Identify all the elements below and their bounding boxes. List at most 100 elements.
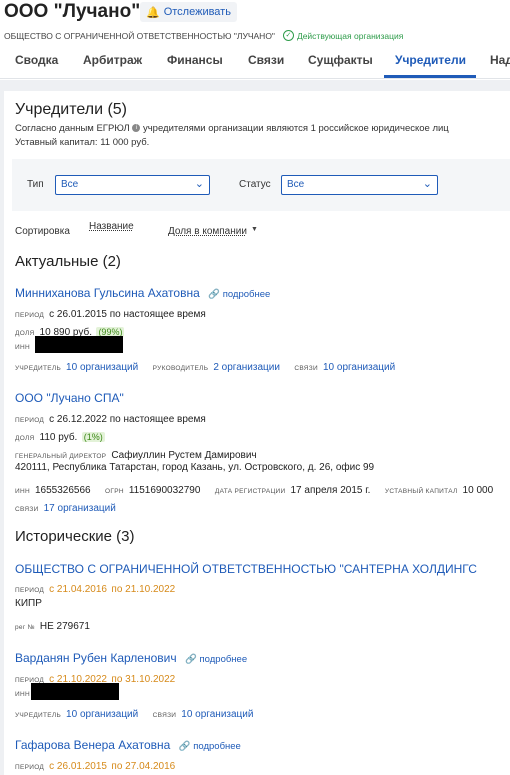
company-subline: ОБЩЕСТВО С ОГРАНИЧЕННОЙ ОТВЕТСТВЕННОСТЬЮ…	[4, 30, 403, 41]
status-filter-select[interactable]: Все ⌄	[281, 175, 438, 195]
details-link[interactable]: 🔗 подробнее	[185, 654, 247, 665]
founder-name-link[interactable]: Минниханова Гульсина Ахатовна	[15, 286, 200, 300]
authorized-capital: Уставный капитал: 11 000 руб.	[15, 137, 150, 148]
links-label: связи	[152, 712, 177, 719]
track-button-label: Отслеживать	[163, 6, 231, 18]
head-count-link[interactable]: 2 организации	[213, 362, 280, 373]
founder-stats-row: учредитель 10 организаций связи 10 организ…	[15, 704, 253, 722]
actual-heading: Актуальные (2)	[15, 253, 121, 270]
status-filter-value: Все	[287, 179, 305, 190]
founder-period: с 26.12.2022 по настоящее время	[49, 414, 206, 425]
chevron-down-icon: ⌄	[194, 178, 204, 190]
sort-by-share[interactable]: Доля в компании ▼	[168, 221, 258, 239]
founder-label: учредитель	[15, 712, 62, 719]
chevron-down-icon: ⌄	[422, 178, 432, 190]
capital-label: уставный капитал	[384, 488, 458, 495]
details-label: подробнее	[222, 289, 271, 300]
company-inn: 1655326566	[34, 485, 91, 496]
inn-label: инн	[15, 488, 30, 495]
status-filter-label: Статус	[239, 179, 271, 190]
company-capital: 10 000	[462, 485, 494, 496]
sort-bar: Сортировка	[15, 221, 70, 239]
period-label: период	[15, 764, 45, 771]
founder-period-row: период с 26.12.2022 по настоящее время	[15, 409, 206, 427]
tab-summary[interactable]: Сводка	[15, 53, 58, 67]
founder-item: ООО "Лучано СПА"	[15, 389, 124, 407]
sort-by-name[interactable]: Название	[89, 221, 134, 232]
status-badge: ✓ Действующая организация	[282, 30, 404, 41]
filter-bar: Тип Все ⌄ Статус Все ⌄	[12, 159, 510, 211]
details-label: подробнее	[193, 741, 241, 752]
founder-name-link[interactable]: ООО "Лучано СПА"	[15, 391, 124, 405]
founder-inn-row: инн	[15, 683, 119, 701]
director-label: генеральный директор	[15, 453, 107, 460]
status-label: Действующая организация	[296, 30, 404, 41]
founder-item: Варданян Рубен Карленович 🔗 подробнее	[15, 649, 247, 667]
tab-founders[interactable]: Учредители	[395, 53, 466, 67]
reg-no-row: рег № НЕ 279671	[15, 616, 90, 634]
company-reqs-row: инн 1655326566 огрн 1151690032790 дата рег…	[15, 480, 493, 498]
links-count-link[interactable]: 17 организаций	[44, 503, 116, 514]
inn-label: инн	[15, 344, 30, 351]
founder-name-link[interactable]: ОБЩЕСТВО С ОГРАНИЧЕННОЙ ОТВЕТСТВЕННОСТЬЮ…	[15, 562, 477, 576]
founder-item: Минниханова Гульсина Ахатовна 🔗 подробне…	[15, 284, 270, 302]
link-icon: 🔗	[178, 741, 191, 752]
sort-by-share-label: Доля в компании	[168, 226, 247, 237]
company-ogrn: 1151690032790	[128, 485, 201, 496]
founder-count-link[interactable]: 10 организаций	[66, 362, 138, 373]
period-label: период	[15, 587, 45, 594]
links-count-link[interactable]: 10 организаций	[181, 709, 253, 720]
tab-finance[interactable]: Финансы	[167, 53, 223, 67]
ogrn-label: огрн	[105, 488, 124, 495]
active-tab-indicator	[384, 75, 476, 78]
bell-icon: 🔔	[146, 6, 160, 19]
redacted-block	[30, 683, 119, 701]
type-filter-select[interactable]: Все ⌄	[55, 175, 210, 195]
tab-arbitration[interactable]: Арбитраж	[83, 53, 142, 67]
director-row: генеральный директор Сафиуллин Рустем Дам…	[15, 445, 257, 463]
tab-more[interactable]: Над	[490, 53, 510, 67]
details-label: подробнее	[199, 654, 248, 665]
head-label: руководитель	[152, 365, 209, 372]
links-label: связи	[294, 365, 318, 372]
track-button[interactable]: 🔔 Отслеживать	[140, 2, 237, 22]
links-count-link[interactable]: 10 организаций	[323, 362, 395, 373]
reg-no-value: НЕ 279671	[39, 621, 90, 632]
egrul-note-post: учредителями организации являются 1 росс…	[142, 123, 449, 134]
company-links-row: связи 17 организаций	[15, 498, 116, 516]
company-title: ООО "Лучано"	[4, 1, 141, 22]
founder-period-row: период с 26.01.2015 по настоящее время	[15, 304, 206, 322]
founder-period-row: период с 26.01.2015 по 27.04.2016	[15, 756, 175, 774]
founder-name-link[interactable]: Варданян Рубен Карленович	[15, 651, 177, 665]
period-from: с 26.01.2015	[49, 761, 107, 772]
founder-item: Гафарова Венера Ахатовна 🔗 подробнее	[15, 736, 241, 754]
founder-stats-row: учредитель 10 организаций руководитель 2 о…	[15, 357, 395, 375]
inn-label: инн	[15, 691, 30, 698]
info-icon[interactable]: i	[132, 124, 141, 133]
company-reg-date: 17 апреля 2015 г.	[290, 485, 371, 496]
country: КИПР	[15, 598, 42, 609]
tab-facts[interactable]: Сущфакты	[308, 53, 373, 67]
details-link[interactable]: 🔗 подробнее	[208, 289, 270, 300]
check-circle-icon: ✓	[282, 30, 294, 41]
period-label: период	[15, 417, 45, 424]
company-full-name: ОБЩЕСТВО С ОГРАНИЧЕННОЙ ОТВЕТСТВЕННОСТЬЮ…	[4, 30, 275, 41]
type-filter-value: Все	[61, 179, 79, 190]
type-filter-label: Тип	[27, 179, 44, 190]
period-to: по 21.10.2022	[111, 584, 176, 595]
founder-name-link[interactable]: Гафарова Венера Ахатовна	[15, 738, 170, 752]
redacted-block	[34, 336, 123, 354]
tab-links[interactable]: Связи	[248, 53, 284, 67]
founder-count-link[interactable]: 10 организаций	[66, 709, 138, 720]
founder-period-row: период с 21.04.2016 по 21.10.2022	[15, 579, 175, 597]
period-to: по 31.10.2022	[111, 674, 176, 685]
director-name: Сафиуллин Рустем Дамирович	[111, 450, 257, 461]
details-link[interactable]: 🔗 подробнее	[179, 741, 241, 752]
company-header: ООО "Лучано" 🔔 Отслеживать ОБЩЕСТВО С ОГ…	[0, 0, 510, 80]
company-address: 420111, Республика Татарстан, город Каза…	[15, 462, 375, 473]
founder-label: учредитель	[15, 365, 62, 372]
founder-share: 110 руб.	[39, 432, 78, 443]
links-label: связи	[15, 506, 39, 513]
founder-period: с 26.01.2015 по настоящее время	[49, 309, 206, 320]
founder-share-row: доля 110 руб. (1%)	[15, 427, 105, 445]
